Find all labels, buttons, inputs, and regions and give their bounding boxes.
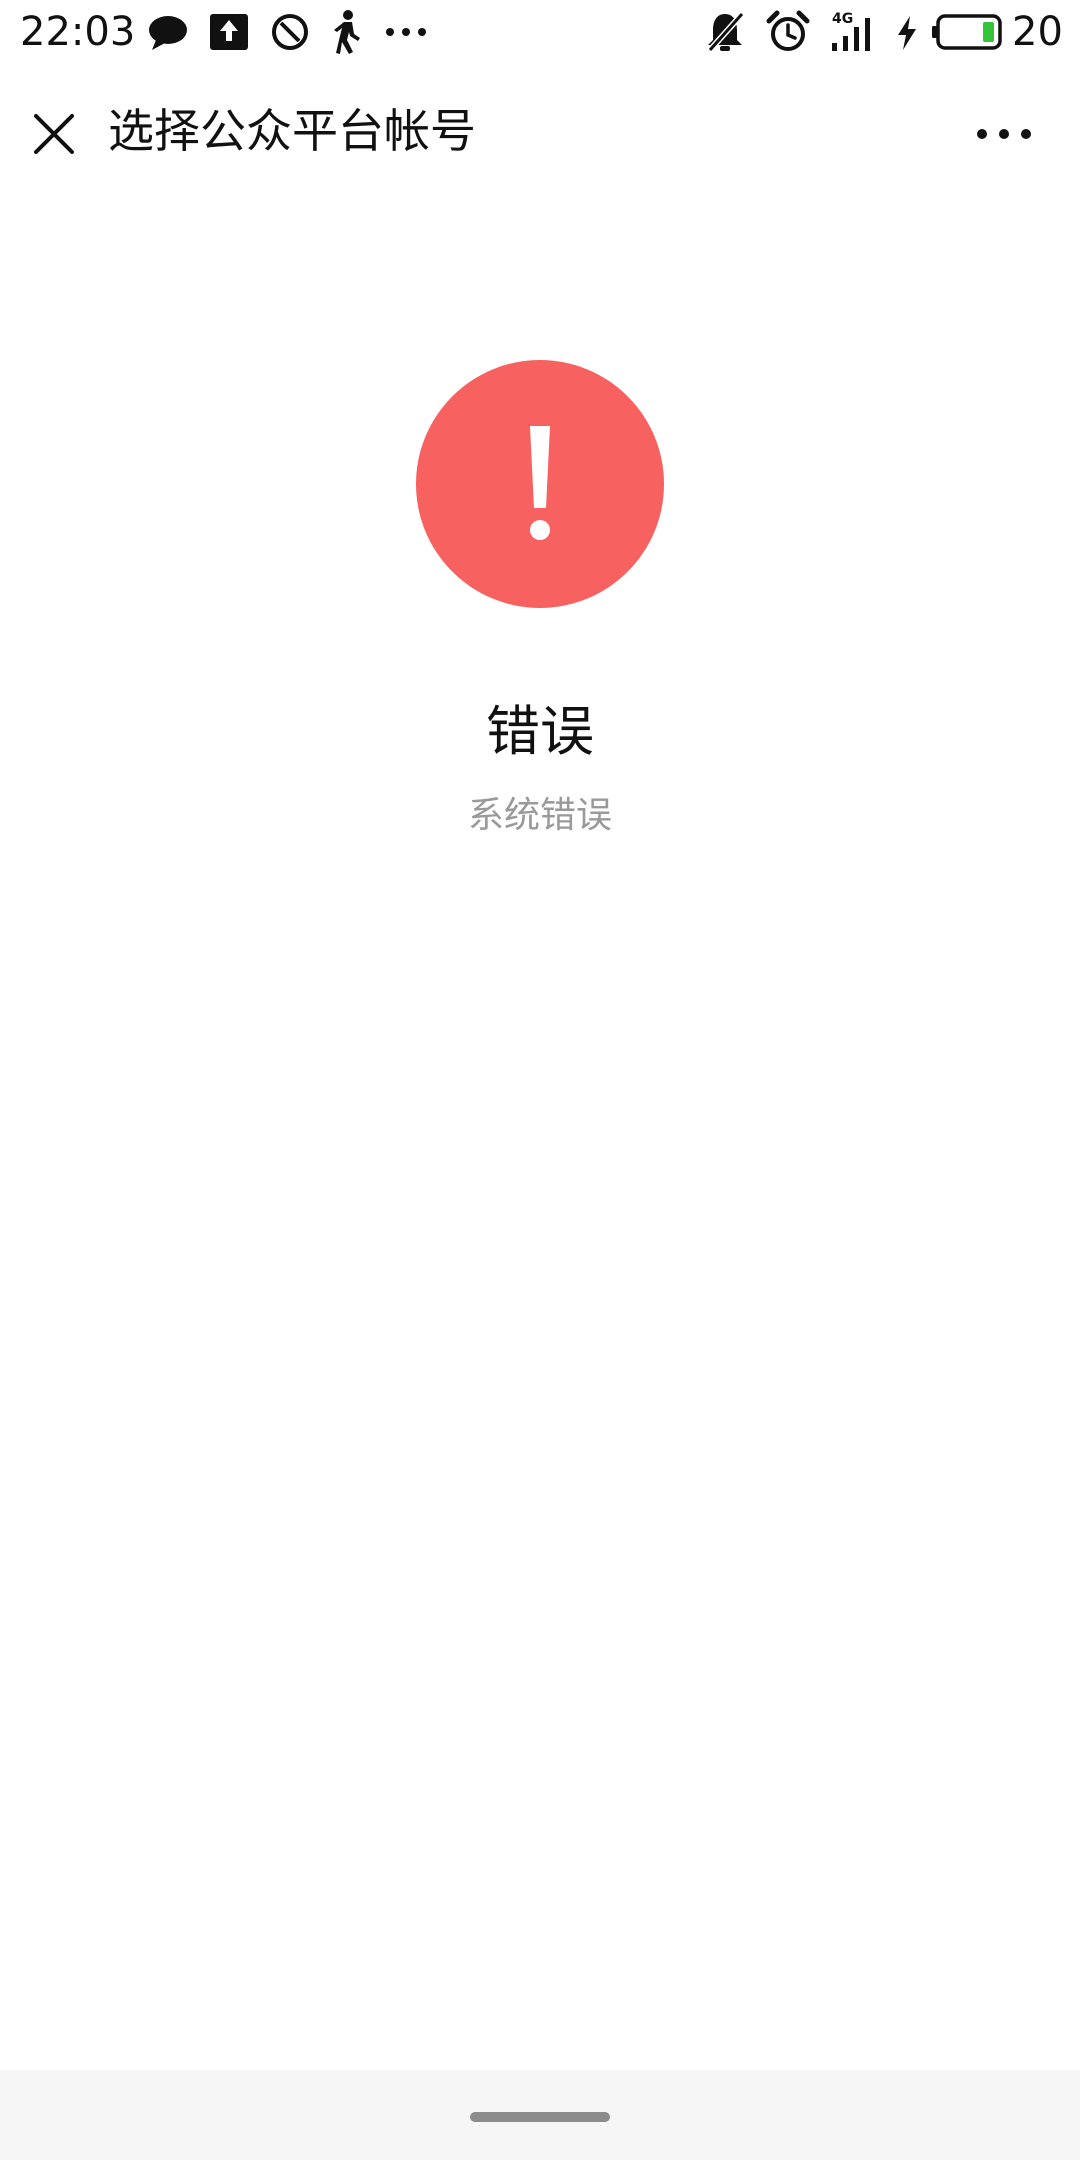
nav-bar: 选择公众平台帐号 — [0, 64, 1080, 200]
more-dots-icon — [386, 28, 426, 36]
walking-icon — [334, 10, 360, 54]
chat-bubble-icon — [149, 16, 187, 50]
bell-off-icon — [707, 12, 745, 52]
page-title: 选择公众平台帐号 — [108, 104, 476, 158]
alarm-icon — [766, 10, 810, 51]
error-description: 系统错误 — [467, 795, 612, 836]
error-title: 错误 — [486, 700, 594, 763]
screen: 22:03 4G 20 选择公众平台帐号 错误 系统错误 — [0, 0, 1080, 2160]
status-time: 22:03 — [20, 9, 136, 55]
warning-icon — [416, 360, 664, 608]
charging-icon — [898, 16, 916, 50]
battery-icon — [932, 14, 1002, 50]
close-icon[interactable] — [26, 106, 82, 162]
status-bar: 22:03 4G 20 — [0, 0, 1080, 64]
home-indicator[interactable] — [470, 2112, 610, 2122]
network-type-label: 4G — [832, 11, 854, 27]
more-icon[interactable] — [972, 106, 1036, 162]
upload-icon — [210, 14, 248, 50]
no-disturb-icon — [272, 14, 308, 50]
gesture-bar — [0, 2070, 1080, 2160]
battery-level: 20 — [1012, 9, 1063, 55]
